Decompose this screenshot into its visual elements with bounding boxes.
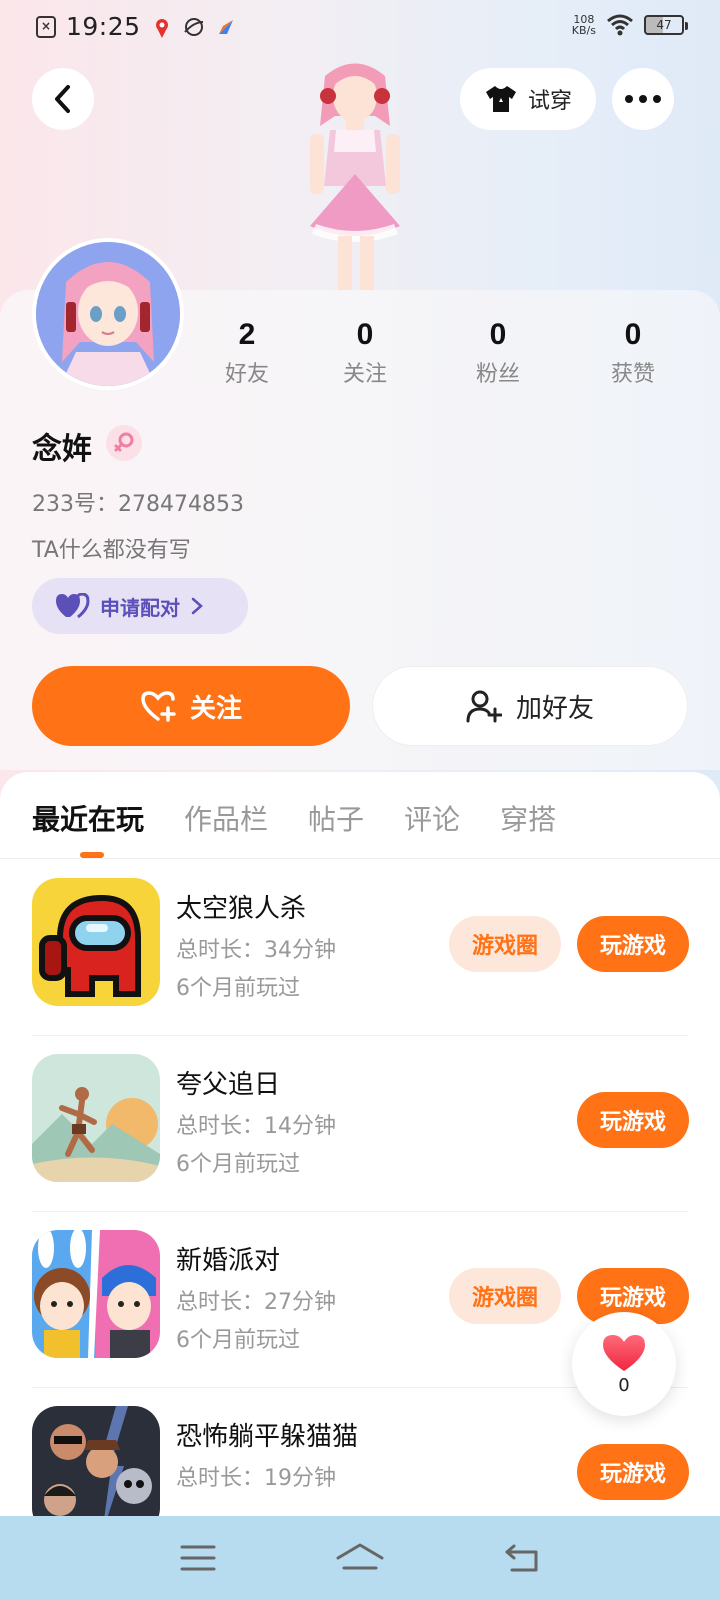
add-friend-label: 加好友 bbox=[515, 693, 594, 724]
game-name: 恐怖躺平躲猫猫 bbox=[176, 1422, 359, 1452]
tab-outfits[interactable]: 穿搭 bbox=[500, 798, 556, 838]
stat-value: 0 bbox=[489, 318, 507, 351]
heart-icon bbox=[603, 1334, 645, 1371]
avatar-image bbox=[36, 242, 180, 386]
game-icon-kuafu[interactable] bbox=[32, 1054, 160, 1182]
game-duration: 总时长：34分钟 bbox=[176, 938, 336, 963]
back-button[interactable] bbox=[32, 68, 94, 130]
net-speed: 108 KB/s bbox=[571, 13, 596, 37]
play-game-button[interactable]: 玩游戏 bbox=[577, 1092, 689, 1148]
game-duration: 总时长：27分钟 bbox=[176, 1290, 336, 1315]
add-user-icon bbox=[466, 690, 502, 723]
play-game-button[interactable]: 玩游戏 bbox=[577, 1444, 689, 1500]
game-name: 夸父追日 bbox=[176, 1070, 281, 1100]
back-nav-icon[interactable] bbox=[504, 1543, 540, 1573]
game-duration: 总时长：19分钟 bbox=[176, 1466, 336, 1491]
system-nav-bar bbox=[0, 1516, 720, 1600]
stat-value: 0 bbox=[356, 318, 374, 351]
game-icon-wedding-party[interactable] bbox=[32, 1230, 160, 1358]
stat-label: 粉丝 bbox=[475, 362, 520, 387]
stat-value: 2 bbox=[238, 318, 256, 351]
game-last-played: 6个月前玩过 bbox=[176, 1152, 300, 1177]
try-on-button[interactable]: 试穿 bbox=[460, 68, 596, 130]
game-last-played: 6个月前玩过 bbox=[176, 1328, 300, 1353]
stat-fans[interactable]: 0 粉丝 bbox=[453, 318, 543, 388]
game-row[interactable]: 夸父追日 总时长：14分钟 6个月前玩过 玩游戏 bbox=[0, 1036, 720, 1212]
game-last-played: 6个月前玩过 bbox=[176, 976, 300, 1001]
tab-recent-play[interactable]: 最近在玩 bbox=[32, 798, 144, 838]
status-time: 19:25 bbox=[66, 12, 141, 41]
planet-icon bbox=[183, 17, 203, 36]
stat-following[interactable]: 0 关注 bbox=[320, 318, 410, 388]
stat-label: 好友 bbox=[224, 362, 269, 387]
follow-button[interactable]: 关注 bbox=[32, 666, 350, 746]
sim-icon: × bbox=[36, 15, 56, 38]
double-heart-icon bbox=[56, 593, 90, 619]
stat-label: 关注 bbox=[342, 362, 387, 387]
follow-label: 关注 bbox=[189, 693, 242, 724]
user-bio: TA什么都没有写 bbox=[32, 538, 191, 563]
status-bar: × 19:25 108 KB/s 47 bbox=[0, 0, 720, 56]
stat-value: 0 bbox=[624, 318, 642, 351]
avatar[interactable] bbox=[32, 238, 184, 390]
game-icon-horror-hide-seek[interactable] bbox=[32, 1406, 160, 1532]
user-id: 233号：278474853 bbox=[32, 492, 244, 517]
game-circle-button[interactable]: 游戏圈 bbox=[449, 916, 561, 972]
map-pin-icon bbox=[155, 18, 168, 38]
stat-label: 获赞 bbox=[610, 362, 655, 387]
like-count: 0 bbox=[618, 1374, 630, 1396]
more-dots-icon bbox=[625, 95, 661, 103]
user-name: 念姩 bbox=[32, 432, 92, 467]
request-pair-button[interactable]: 申请配对 bbox=[32, 578, 248, 634]
stat-friends[interactable]: 2 好友 bbox=[202, 318, 292, 388]
stat-likes[interactable]: 0 获赞 bbox=[588, 318, 678, 388]
wifi-icon bbox=[607, 14, 633, 36]
floating-like-button[interactable]: 0 bbox=[572, 1312, 676, 1416]
add-friend-button[interactable]: 加好友 bbox=[372, 666, 688, 746]
tab-comments[interactable]: 评论 bbox=[404, 798, 460, 838]
game-duration: 总时长：14分钟 bbox=[176, 1114, 336, 1139]
character-avatar-full[interactable] bbox=[280, 56, 430, 292]
play-game-button[interactable]: 玩游戏 bbox=[577, 916, 689, 972]
more-button[interactable] bbox=[612, 68, 674, 130]
heart-plus-icon bbox=[141, 691, 176, 722]
game-icon-among-us[interactable] bbox=[32, 878, 160, 1006]
chevron-right-icon bbox=[191, 597, 203, 615]
menu-icon[interactable] bbox=[180, 1544, 216, 1572]
tab-posts[interactable]: 帖子 bbox=[308, 798, 364, 838]
feather-icon bbox=[218, 19, 233, 34]
game-circle-button[interactable]: 游戏圈 bbox=[449, 1268, 561, 1324]
tshirt-icon bbox=[485, 86, 516, 112]
chevron-left-icon bbox=[55, 85, 70, 113]
game-name: 太空狼人杀 bbox=[176, 894, 307, 924]
game-name: 新婚派对 bbox=[176, 1246, 281, 1276]
battery-icon: 47 bbox=[644, 15, 688, 35]
game-row[interactable]: 太空狼人杀 总时长：34分钟 6个月前玩过 游戏圈 玩游戏 bbox=[0, 860, 720, 1036]
tab-works[interactable]: 作品栏 bbox=[184, 798, 268, 838]
content-panel: 最近在玩 作品栏 帖子 评论 穿搭 太空狼人杀 总时长：34分钟 6个月前玩过 … bbox=[0, 772, 720, 1532]
try-on-label: 试穿 bbox=[527, 89, 572, 114]
divider bbox=[0, 858, 720, 859]
home-icon[interactable] bbox=[336, 1542, 384, 1574]
pair-label: 申请配对 bbox=[100, 595, 180, 620]
tab-bar: 最近在玩 作品栏 帖子 评论 穿搭 bbox=[32, 798, 556, 838]
female-gender-icon bbox=[106, 425, 142, 461]
